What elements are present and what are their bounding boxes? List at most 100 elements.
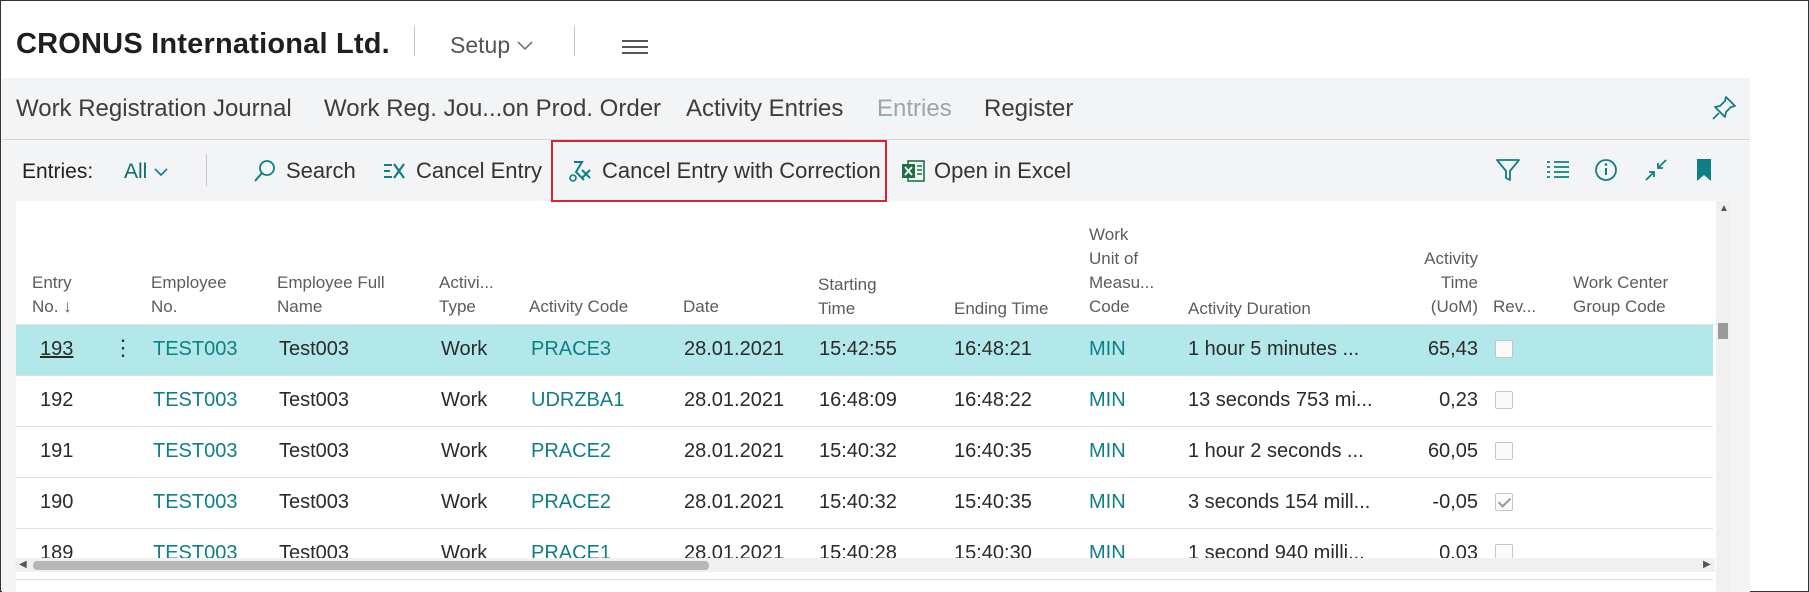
cell-starting-time: 15:40:32 [819,440,897,462]
cell-employee-no[interactable]: TEST003 [153,389,237,412]
cell-activity-duration: 13 seconds 753 mi... [1188,389,1373,411]
bookmark-icon[interactable] [1690,156,1718,184]
cell-employee-name: Test003 [279,389,350,411]
cell-starting-time: 15:40:32 [819,491,897,513]
open-in-excel-label: Open in Excel [934,158,1071,183]
action-entries[interactable]: Entries [877,95,952,123]
vertical-scrollbar[interactable]: ▲ [1716,201,1730,592]
cell-entry-no[interactable]: 190 [40,491,73,514]
reversed-checkbox[interactable] [1495,493,1513,511]
divider [206,154,207,186]
cell-date: 28.01.2021 [684,491,785,513]
page-area: Work Registration Journal Work Reg. Jou.… [2,78,1750,592]
window-frame: CRONUS International Ltd. Setup Work Reg… [0,0,1809,592]
row-actions-icon[interactable]: ⋮ [112,335,134,361]
reversed-checkbox[interactable] [1495,340,1513,358]
action-register[interactable]: Register [984,95,1073,123]
cell-entry-no[interactable]: 193 [40,338,73,361]
table-row[interactable]: 192 TEST003 Test003 Work UDRZBA1 28.01.2… [16,376,1713,427]
scroll-left-icon[interactable]: ◀ [19,559,27,570]
cell-uom[interactable]: MIN [1089,389,1126,412]
cancel-entry-button[interactable]: Cancel Entry [382,158,542,184]
cell-starting-time: 15:42:55 [819,338,897,360]
cell-activity-code[interactable]: UDRZBA1 [531,389,624,412]
horizontal-scroll-thumb[interactable] [33,561,709,570]
cell-activity-time: 60,05 [1427,440,1478,462]
col-reversed[interactable]: Rev... [1493,295,1536,319]
cell-activity-time: 0,23 [1439,389,1478,411]
col-activity-duration[interactable]: Activity Duration [1188,297,1311,321]
horizontal-scrollbar[interactable]: ◀ ▶ [15,558,1715,572]
col-activity-time-uom[interactable]: Activity Time (UoM) [1358,247,1478,319]
action-work-reg-prod-order[interactable]: Work Reg. Jou...on Prod. Order [324,95,661,123]
action-work-registration-journal[interactable]: Work Registration Journal [16,95,292,123]
filter-value: All [124,160,148,183]
cell-activity-duration: 1 hour 2 seconds ... [1188,440,1364,462]
scroll-right-icon[interactable]: ▶ [1703,559,1711,570]
cell-employee-name: Test003 [279,440,350,462]
col-activity-type[interactable]: Activi... Type [439,271,494,319]
hamburger-menu-icon[interactable] [622,40,648,54]
open-in-excel-button[interactable]: Open in Excel [900,158,1071,184]
vertical-scroll-thumb[interactable] [1718,323,1728,339]
cell-ending-time: 16:40:35 [954,440,1032,462]
table-row[interactable]: 193 ⋮ TEST003 Test003 Work PRACE3 28.01.… [16,325,1713,376]
cell-date: 28.01.2021 [684,338,785,360]
cell-starting-time: 16:48:09 [819,389,897,411]
setup-menu[interactable]: Setup [450,32,534,59]
company-name[interactable]: CRONUS International Ltd. [16,28,390,61]
col-work-center-group-code[interactable]: Work Center Group Code [1573,271,1668,319]
reversed-checkbox[interactable] [1495,391,1513,409]
filter-dropdown[interactable]: All [124,160,169,184]
search-button[interactable]: Search [252,158,356,184]
col-ending-time[interactable]: Ending Time [954,297,1049,321]
table-row[interactable]: 189 TEST003 Test003 Work PRACE1 28.01.20… [16,529,1713,580]
cell-uom[interactable]: MIN [1089,338,1126,361]
cell-activity-type: Work [441,440,488,462]
cell-entry-no[interactable]: 192 [40,389,73,412]
divider [414,26,415,56]
cell-activity-time: -0,05 [1432,491,1478,513]
cell-activity-code[interactable]: PRACE2 [531,440,611,463]
cell-uom[interactable]: MIN [1089,491,1126,514]
scroll-up-icon[interactable]: ▲ [1719,203,1729,214]
cell-activity-time: 65,43 [1427,338,1478,360]
filter-label: Entries: [22,160,94,183]
cell-entry-no[interactable]: 191 [40,440,73,463]
cancel-entry-label: Cancel Entry [416,158,542,183]
cell-activity-code[interactable]: PRACE3 [531,338,611,361]
col-employee-no[interactable]: Employee No. [151,271,227,319]
col-starting-time[interactable]: Starting Time [818,273,877,321]
reversed-checkbox[interactable] [1495,442,1513,460]
search-icon [254,160,275,182]
cell-activity-code[interactable]: PRACE2 [531,491,611,514]
cell-employee-name: Test003 [279,491,350,513]
cell-activity-type: Work [441,338,488,360]
cell-ending-time: 16:48:21 [954,338,1032,360]
chevron-down-icon [154,168,168,177]
pin-icon[interactable] [1710,94,1738,122]
list-view-icon[interactable] [1544,156,1572,184]
col-entry-no[interactable]: Entry No. ↓ [32,271,72,319]
cell-employee-no[interactable]: TEST003 [153,338,237,361]
cell-employee-no[interactable]: TEST003 [153,440,237,463]
highlight-box [551,140,887,202]
cell-uom[interactable]: MIN [1089,440,1126,463]
action-activity-entries[interactable]: Activity Entries [686,95,843,123]
info-icon[interactable] [1592,156,1620,184]
cell-activity-duration: 3 seconds 154 mill... [1188,491,1371,513]
col-date[interactable]: Date [683,295,719,319]
table-row[interactable]: 190 TEST003 Test003 Work PRACE2 28.01.20… [16,478,1713,529]
table-row[interactable]: 191 TEST003 Test003 Work PRACE2 28.01.20… [16,427,1713,478]
col-activity-code[interactable]: Activity Code [529,295,628,319]
cell-activity-type: Work [441,491,488,513]
cell-employee-no[interactable]: TEST003 [153,491,237,514]
col-employee-full-name[interactable]: Employee Full Name [277,271,385,319]
top-bar: CRONUS International Ltd. Setup [2,2,1750,78]
cell-date: 28.01.2021 [684,440,785,462]
cancel-entry-icon [384,163,405,179]
chevron-down-icon [517,40,533,50]
filter-icon[interactable] [1494,156,1522,184]
col-work-unit-of-measure[interactable]: Work Unit of Measu... Code [1089,223,1154,319]
collapse-icon[interactable] [1642,156,1670,184]
